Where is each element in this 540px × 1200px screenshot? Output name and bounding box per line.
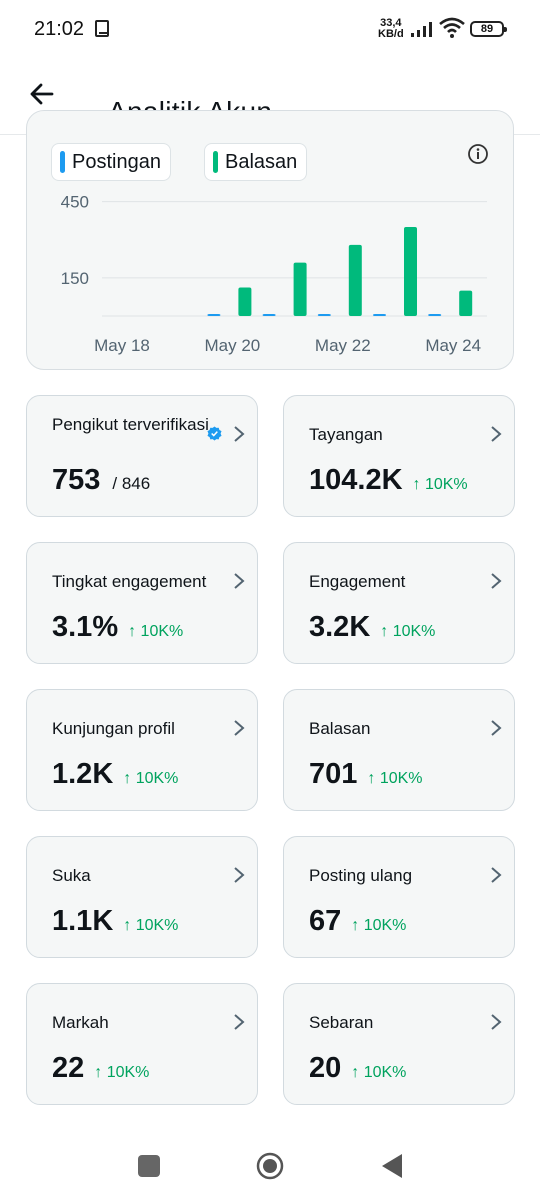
chevron-right-icon bbox=[234, 867, 245, 883]
metric-value: 1.1K bbox=[52, 905, 114, 937]
metric-total: / 846 bbox=[112, 474, 151, 493]
metric-change: ↑ 10K% bbox=[123, 770, 179, 787]
bar-balasan[interactable] bbox=[459, 290, 473, 316]
metric-label: Kunjungan profil bbox=[52, 719, 175, 738]
metric-value: 753 bbox=[52, 464, 101, 496]
legend-replies-label: Balasan bbox=[225, 150, 298, 173]
wifi-icon bbox=[439, 17, 465, 38]
metric-change: ↑ 10K% bbox=[412, 476, 468, 493]
metric-value: 104.2K bbox=[309, 464, 403, 496]
metric-change: ↑ 10K% bbox=[351, 1064, 407, 1081]
metric-card-reposts[interactable]: Posting ulang 67 ↑ 10K% bbox=[283, 836, 515, 958]
chevron-right-icon bbox=[234, 573, 245, 589]
metric-value-row: 1.2K ↑ 10K% bbox=[52, 758, 178, 791]
chevron-right-icon bbox=[234, 426, 245, 442]
metric-value: 1.2K bbox=[52, 758, 114, 790]
bar-postingan[interactable] bbox=[317, 314, 331, 316]
metric-value-row: 701 ↑ 10K% bbox=[309, 758, 423, 791]
home-circle-icon[interactable] bbox=[256, 1152, 284, 1180]
x-tick-label: May 22 bbox=[315, 336, 371, 355]
metric-value: 701 bbox=[309, 758, 358, 790]
chevron-right-icon bbox=[491, 867, 502, 883]
metric-value-row: 67 ↑ 10K% bbox=[309, 905, 406, 938]
metric-label: Sebaran bbox=[309, 1013, 374, 1032]
metric-label: Engagement bbox=[309, 572, 406, 591]
metric-value-row: 104.2K ↑ 10K% bbox=[309, 464, 468, 497]
chevron-right-icon bbox=[234, 1014, 245, 1030]
metric-value: 20 bbox=[309, 1052, 342, 1084]
bar-balasan[interactable] bbox=[238, 287, 252, 316]
metric-value: 3.1% bbox=[52, 611, 119, 643]
network-speed: 33,4 KB/d bbox=[378, 18, 404, 40]
metric-value-row: 1.1K ↑ 10K% bbox=[52, 905, 178, 938]
metric-label: Pengikut terverifikasi bbox=[52, 415, 209, 434]
info-icon[interactable] bbox=[467, 143, 489, 165]
metric-card-engagements[interactable]: Engagement 3.2K ↑ 10K% bbox=[283, 542, 515, 664]
recent-apps-icon[interactable] bbox=[138, 1155, 160, 1177]
metric-label: Markah bbox=[52, 1013, 109, 1032]
bar-balasan[interactable] bbox=[293, 262, 307, 316]
y-tick-label: 450 bbox=[61, 193, 89, 212]
metric-change: ↑ 10K% bbox=[380, 623, 436, 640]
metric-value-row: 20 ↑ 10K% bbox=[309, 1052, 406, 1085]
chevron-right-icon bbox=[234, 720, 245, 736]
y-tick-label: 150 bbox=[61, 269, 89, 288]
metric-card-profile-visits[interactable]: Kunjungan profil 1.2K ↑ 10K% bbox=[26, 689, 258, 811]
posts-swatch bbox=[60, 151, 65, 173]
metric-card-replies[interactable]: Balasan 701 ↑ 10K% bbox=[283, 689, 515, 811]
metric-label: Balasan bbox=[309, 719, 371, 738]
bar-balasan[interactable] bbox=[348, 244, 362, 316]
chevron-right-icon bbox=[491, 426, 502, 442]
metric-card-likes[interactable]: Suka 1.1K ↑ 10K% bbox=[26, 836, 258, 958]
legend-posts[interactable]: Postingan bbox=[51, 143, 171, 181]
metric-change: ↑ 10K% bbox=[94, 1064, 150, 1081]
bar-postingan[interactable] bbox=[373, 314, 386, 316]
metric-value-row: 3.1% ↑ 10K% bbox=[52, 611, 183, 644]
metric-value-row: 3.2K ↑ 10K% bbox=[309, 611, 435, 644]
metric-card-verified-followers[interactable]: Pengikut terverifikasi 753 / 846 bbox=[26, 395, 258, 517]
replies-swatch bbox=[213, 151, 218, 173]
verified-badge-icon bbox=[207, 426, 222, 441]
legend-posts-label: Postingan bbox=[72, 150, 161, 173]
status-time: 21:02 bbox=[34, 18, 85, 40]
chevron-right-icon bbox=[491, 573, 502, 589]
metric-card-shares[interactable]: Sebaran 20 ↑ 10K% bbox=[283, 983, 515, 1105]
network-speed-unit: KB/d bbox=[378, 28, 404, 40]
chevron-right-icon bbox=[491, 1014, 502, 1030]
signal-icon bbox=[411, 22, 432, 37]
metric-label: Suka bbox=[52, 866, 91, 885]
bar-postingan[interactable] bbox=[207, 314, 221, 316]
arrow-left-icon[interactable] bbox=[26, 78, 58, 110]
bar-postingan[interactable] bbox=[428, 314, 442, 316]
metric-value-row: 22 ↑ 10K% bbox=[52, 1052, 149, 1085]
x-tick-label: May 24 bbox=[425, 336, 481, 355]
metric-card-impressions[interactable]: Tayangan 104.2K ↑ 10K% bbox=[283, 395, 515, 517]
battery-icon: 89 bbox=[470, 21, 507, 37]
metric-value: 67 bbox=[309, 905, 342, 937]
status-bar: 21:02 33,4 KB/d 89 bbox=[0, 0, 540, 62]
bar-postingan[interactable] bbox=[262, 314, 276, 316]
triangle-back-icon[interactable] bbox=[380, 1152, 404, 1180]
sim-card-icon bbox=[95, 20, 109, 37]
system-nav-bar bbox=[0, 1130, 540, 1200]
metric-change: ↑ 10K% bbox=[351, 917, 407, 934]
metric-value: 3.2K bbox=[309, 611, 371, 643]
metric-change: ↑ 10K% bbox=[128, 623, 184, 640]
metric-value: 22 bbox=[52, 1052, 85, 1084]
metric-label: Tayangan bbox=[309, 425, 383, 444]
metric-change: ↑ 10K% bbox=[367, 770, 423, 787]
metric-change: ↑ 10K% bbox=[123, 917, 179, 934]
x-tick-label: May 18 bbox=[94, 336, 150, 355]
metric-label: Posting ulang bbox=[309, 866, 413, 885]
metric-label: Tingkat engagement bbox=[52, 572, 207, 591]
bar-balasan[interactable] bbox=[404, 227, 417, 316]
metric-card-engagement-rate[interactable]: Tingkat engagement 3.1% ↑ 10K% bbox=[26, 542, 258, 664]
metric-value-row: 753 / 846 bbox=[52, 464, 150, 497]
metric-card-bookmarks[interactable]: Markah 22 ↑ 10K% bbox=[26, 983, 258, 1105]
chart-card: 150 450 May 18 May 20 May 22 May 24 Postingan… bbox=[26, 110, 514, 370]
chevron-right-icon bbox=[491, 720, 502, 736]
legend-replies[interactable]: Balasan bbox=[204, 143, 308, 181]
x-tick-label: May 20 bbox=[205, 336, 261, 355]
